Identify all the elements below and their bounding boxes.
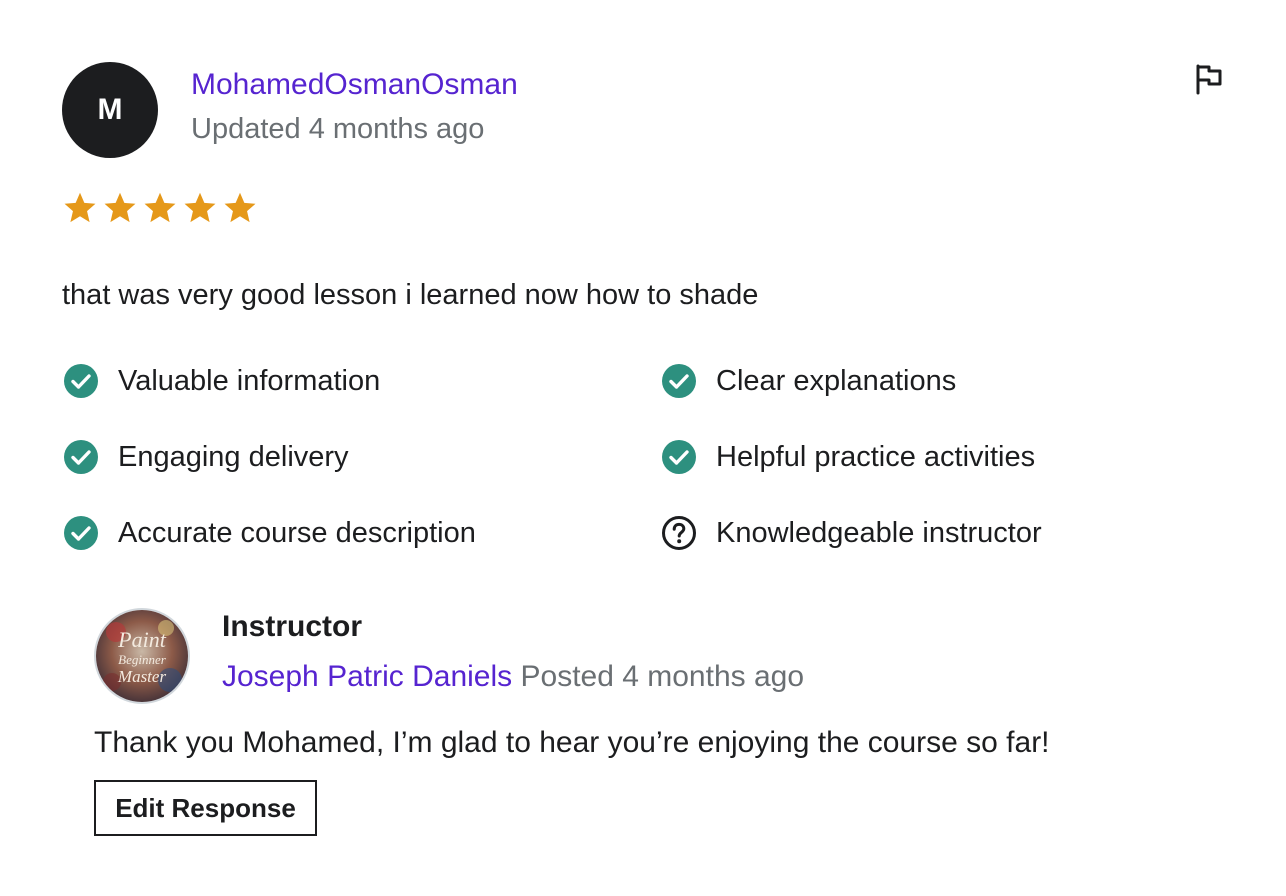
criterion-label: Accurate course description [118,517,476,549]
criterion-label: Knowledgeable instructor [716,517,1042,549]
avatar-initial: M [97,93,123,126]
review-comment: that was very good lesson i learned now … [62,279,759,311]
star-icon [184,192,216,223]
instructor-name-link[interactable]: Joseph Patric Daniels [222,660,512,693]
criterion-item: Accurate course description [62,514,660,552]
check-circle-icon [662,440,696,474]
review-criteria: Valuable information Clear explanations En… [62,362,1222,552]
svg-text:Master: Master [117,667,167,686]
criterion-label: Valuable information [118,365,381,397]
criterion-item: Knowledgeable instructor [660,514,1222,552]
reviewer-avatar: M [62,62,158,158]
response-text: Thank you Mohamed, I’m glad to hear you’… [94,726,1050,759]
check-circle-icon [64,440,98,474]
svg-text:Beginner: Beginner [118,652,167,667]
criterion-item: Valuable information [62,362,660,400]
check-circle-icon [64,516,98,550]
reviewer-name-link[interactable]: MohamedOsmanOsman [191,66,518,104]
star-icon [104,192,136,223]
review-card: M MohamedOsmanOsman Updated 4 months ago… [0,0,1286,896]
question-circle-icon [662,516,696,550]
criterion-label: Helpful practice activities [716,441,1036,473]
review-timestamp: Updated 4 months ago [191,113,485,145]
criterion-label: Engaging delivery [118,441,349,473]
criterion-label: Clear explanations [716,365,957,397]
star-icon [64,192,96,223]
svg-text:Paint: Paint [117,627,167,652]
criterion-item: Helpful practice activities [660,438,1222,476]
star-icon [144,192,176,223]
edit-response-button[interactable]: Edit Response [94,780,317,836]
star-icon [224,192,256,223]
instructor-avatar: Paint Beginner Master [94,608,190,704]
response-role: Instructor [222,610,363,643]
star-rating [62,190,258,226]
response-meta: Joseph Patric Daniels Posted 4 months ag… [222,658,804,696]
flag-icon[interactable] [1192,62,1226,96]
criterion-item: Clear explanations [660,362,1222,400]
check-circle-icon [662,364,696,398]
criterion-item: Engaging delivery [62,438,660,476]
check-circle-icon [64,364,98,398]
response-timestamp: Posted 4 months ago [520,660,805,693]
